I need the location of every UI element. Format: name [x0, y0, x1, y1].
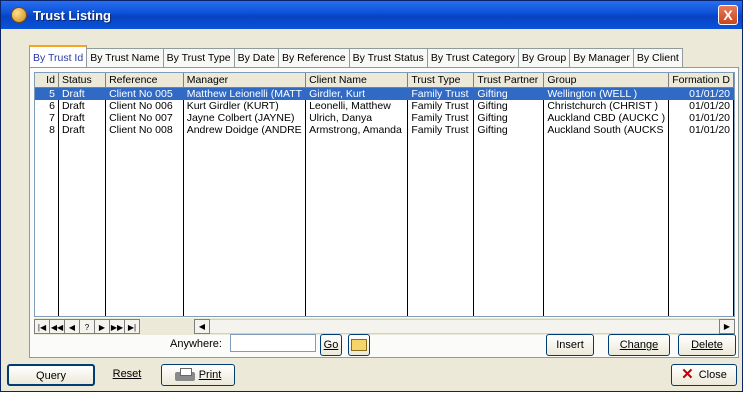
- cell-status: Draft: [58, 100, 107, 112]
- cell-id: 5: [35, 87, 59, 100]
- cell-status: Draft: [58, 112, 107, 124]
- cell-client-name: Leonelli, Matthew: [305, 100, 409, 112]
- cell-trust-partner: Gifting: [473, 100, 545, 112]
- close-button[interactable]: ✕ Close: [671, 364, 737, 386]
- table-row[interactable]: 6 Draft Client No 006 Kurt Girdler (KURT…: [35, 100, 734, 112]
- trust-grid[interactable]: Id Status Reference Manager Client Name …: [34, 72, 735, 317]
- go-button[interactable]: Go: [320, 334, 342, 356]
- insert-label: Insert: [556, 339, 584, 351]
- window-title: Trust Listing: [33, 7, 111, 23]
- tab-by-manager[interactable]: By Manager: [569, 48, 634, 67]
- cell-formation-date: 01/01/20: [668, 112, 734, 124]
- cell-trust-type: Family Trust: [407, 100, 475, 112]
- printer-icon: [174, 368, 195, 382]
- app-icon: [11, 7, 27, 23]
- tab-strip: By Trust Id By Trust Name By Trust Type …: [29, 45, 683, 68]
- grid-header-row: Id Status Reference Manager Client Name …: [35, 73, 734, 88]
- window-close-button[interactable]: X: [718, 5, 738, 25]
- cell-status: Draft: [58, 124, 107, 136]
- column-header-manager[interactable]: Manager: [183, 73, 307, 88]
- column-header-trust-partner[interactable]: Trust Partner: [473, 73, 545, 88]
- anywhere-label: Anywhere:: [170, 338, 222, 350]
- close-label: Close: [698, 369, 727, 381]
- cell-trust-partner: Gifting: [473, 87, 545, 100]
- print-label: Print: [198, 369, 222, 381]
- tab-panel: Id Status Reference Manager Client Name …: [29, 67, 739, 358]
- cell-reference: Client No 006: [105, 100, 184, 112]
- grid-empty-area: [35, 136, 734, 316]
- cell-manager: Jayne Colbert (JAYNE): [183, 112, 307, 124]
- tab-by-trust-status[interactable]: By Trust Status: [348, 48, 428, 67]
- title-bar[interactable]: Trust Listing X: [1, 1, 742, 29]
- cell-manager: Kurt Girdler (KURT): [183, 100, 307, 112]
- footer-bar: Query Reset Print ✕ Close: [1, 361, 742, 391]
- cell-group: Auckland CBD (AUCKC ): [543, 112, 670, 124]
- column-header-trust-type[interactable]: Trust Type: [407, 73, 475, 88]
- cell-group: Auckland South (AUCKS: [543, 124, 670, 136]
- cell-id: 7: [35, 112, 59, 124]
- table-row[interactable]: 8 Draft Client No 008 Andrew Doidge (AND…: [35, 124, 734, 136]
- trust-listing-window: Trust Listing X By Trust Id By Trust Nam…: [0, 0, 743, 392]
- cell-client-name: Armstrong, Amanda: [305, 124, 409, 136]
- tab-by-date[interactable]: By Date: [233, 48, 279, 67]
- folder-icon: [351, 339, 367, 352]
- column-header-id[interactable]: Id: [35, 73, 59, 88]
- cell-trust-type: Family Trust: [407, 124, 475, 136]
- query-button[interactable]: Query: [7, 364, 95, 386]
- cell-trust-partner: Gifting: [473, 112, 545, 124]
- column-header-formation-date[interactable]: Formation D: [668, 73, 734, 88]
- query-label: Query: [36, 370, 66, 382]
- open-folder-button[interactable]: [348, 334, 370, 356]
- cell-trust-type: Family Trust: [407, 112, 475, 124]
- tab-by-trust-category[interactable]: By Trust Category: [426, 48, 519, 67]
- cell-formation-date: 01/01/20: [668, 87, 734, 100]
- cell-manager: Matthew Leionelli (MATT: [183, 87, 307, 100]
- tab-by-group[interactable]: By Group: [517, 48, 571, 67]
- cell-group: Wellington (WELL ): [543, 87, 670, 100]
- cell-group: Christchurch (CHRIST ): [543, 100, 670, 112]
- close-icon: ✕: [681, 366, 694, 384]
- insert-button[interactable]: Insert: [546, 334, 594, 356]
- cell-formation-date: 01/01/20: [668, 100, 734, 112]
- cell-trust-type: Family Trust: [407, 87, 475, 100]
- change-button[interactable]: Change: [608, 334, 670, 356]
- cell-reference: Client No 008: [105, 124, 184, 136]
- delete-label: Delete: [691, 339, 723, 351]
- go-label: Go: [323, 339, 339, 351]
- tab-by-trust-type[interactable]: By Trust Type: [162, 48, 235, 67]
- tab-by-trust-name[interactable]: By Trust Name: [86, 48, 164, 67]
- column-header-status[interactable]: Status: [58, 73, 107, 88]
- reset-label: Reset: [112, 368, 142, 380]
- delete-button[interactable]: Delete: [678, 334, 736, 356]
- anywhere-search-input[interactable]: [230, 334, 316, 352]
- tab-by-trust-id[interactable]: By Trust Id: [29, 45, 88, 67]
- cell-reference: Client No 005: [105, 87, 184, 100]
- cell-manager: Andrew Doidge (ANDRE: [183, 124, 307, 136]
- print-button[interactable]: Print: [161, 364, 235, 386]
- reset-button[interactable]: Reset: [105, 364, 149, 386]
- column-header-group[interactable]: Group: [543, 73, 670, 88]
- column-header-reference[interactable]: Reference: [105, 73, 184, 88]
- search-action-row: Anywhere: Go Insert Change Delete: [30, 330, 738, 356]
- table-row[interactable]: 7 Draft Client No 007 Jayne Colbert (JAY…: [35, 112, 734, 124]
- change-label: Change: [619, 339, 659, 351]
- column-header-client-name[interactable]: Client Name: [305, 73, 409, 88]
- tab-by-reference[interactable]: By Reference: [277, 48, 350, 67]
- cell-reference: Client No 007: [105, 112, 184, 124]
- cell-trust-partner: Gifting: [473, 124, 545, 136]
- cell-client-name: Girdler, Kurt: [305, 87, 409, 100]
- cell-formation-date: 01/01/20: [668, 124, 734, 136]
- cell-client-name: Ulrich, Danya: [305, 112, 409, 124]
- tab-by-client[interactable]: By Client: [632, 48, 683, 67]
- cell-status: Draft: [58, 87, 107, 100]
- table-row[interactable]: 5 Draft Client No 005 Matthew Leionelli …: [35, 87, 734, 100]
- cell-id: 8: [35, 124, 59, 136]
- cell-id: 6: [35, 100, 59, 112]
